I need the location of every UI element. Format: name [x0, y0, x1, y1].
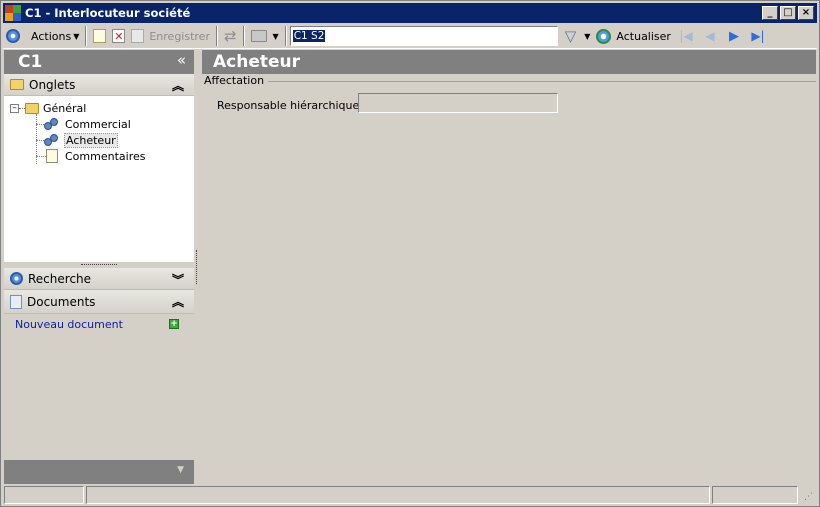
record-value: C1 S2 [292, 30, 326, 42]
main-header: Acheteur [202, 50, 816, 74]
tree-item-acheteur[interactable]: Acheteur [36, 132, 118, 148]
new-document-link[interactable]: Nouveau document [15, 318, 123, 331]
window-title: C1 - Interlocuteur société [25, 6, 191, 20]
documents-label: Documents [27, 294, 96, 309]
people-icon [44, 133, 60, 147]
folder-icon [25, 102, 39, 114]
left-panel-header: C1 « [4, 50, 194, 74]
separator [284, 26, 287, 46]
onglets-label: Onglets [29, 77, 76, 92]
document-icon [46, 149, 58, 163]
left-panel-title: C1 [18, 52, 43, 72]
tree-item-commercial[interactable]: Commercial [36, 116, 131, 132]
people-icon [44, 117, 60, 131]
collapse-icon[interactable]: – [10, 103, 19, 113]
sync-icon[interactable]: ⇄ [221, 25, 240, 47]
previous-icon[interactable]: ◀ [701, 27, 719, 45]
responsable-label: Responsable hiérarchique : [217, 99, 367, 112]
separator [85, 26, 88, 46]
document-icon [10, 294, 22, 309]
tree-label-acheteur: Acheteur [64, 132, 118, 148]
save-icon [131, 29, 145, 43]
status-cell [4, 486, 84, 504]
section-onglets[interactable]: Onglets ︽ [4, 74, 194, 96]
chevron-up-icon[interactable]: ︽ [172, 293, 184, 310]
first-icon[interactable]: |◀ [677, 27, 695, 45]
app-icon [5, 5, 21, 21]
tree-node-general[interactable]: – Général [10, 100, 86, 116]
dropdown-arrow-icon: ▼ [73, 31, 80, 41]
close-icon[interactable]: × [798, 6, 814, 20]
left-panel: C1 « Onglets ︽ – Général Commercial Ache… [4, 50, 194, 484]
refresh-icon [596, 28, 612, 44]
documents-area: Nouveau document + [4, 314, 194, 464]
new-icon[interactable] [90, 25, 109, 47]
print-icon[interactable]: ▼ [248, 25, 282, 47]
minimize-icon[interactable]: _ [762, 6, 778, 20]
separator [215, 26, 218, 46]
group-title: Affectation [204, 74, 269, 87]
resize-grip-icon[interactable]: ⋰ [804, 492, 816, 504]
separator [242, 26, 245, 46]
dropdown-arrow-icon[interactable]: ▼ [177, 465, 184, 475]
tree-label-commercial: Commercial [65, 117, 131, 131]
vertical-splitter[interactable] [196, 250, 199, 284]
record-selector-input[interactable]: C1 S2 [289, 26, 558, 46]
collapse-panel-icon[interactable]: « [177, 51, 186, 69]
refresh-label: Actualiser [616, 29, 671, 43]
tree-label-commentaires: Commentaires [65, 149, 146, 163]
tree-label-general: Général [43, 101, 87, 115]
actions-label: Actions [31, 29, 72, 43]
save-label: Enregistrer [149, 29, 210, 43]
delete-icon[interactable]: ✕ [109, 25, 128, 47]
folder-icon [10, 79, 24, 90]
status-cell [86, 486, 710, 504]
recherche-label: Recherche [28, 271, 92, 286]
section-documents[interactable]: Documents ︽ [4, 290, 194, 314]
responsable-field[interactable] [358, 93, 558, 113]
page-title: Acheteur [213, 52, 301, 72]
left-panel-footer[interactable]: ▼ [4, 460, 194, 484]
section-recherche[interactable]: Recherche ︾ [4, 268, 194, 290]
chevron-up-icon[interactable]: ︽ [172, 77, 184, 94]
main-window: C1 - Interlocuteur société _ □ × Actions… [0, 0, 820, 507]
next-icon[interactable]: ▶ [725, 27, 743, 45]
toolbar: Actions ▼ ✕ Enregistrer ⇄ ▼ C1 S2 ▽ ▼ Ac… [3, 24, 817, 49]
chevron-down-icon[interactable]: ︾ [172, 271, 184, 288]
title-bar[interactable]: C1 - Interlocuteur société _ □ × [3, 3, 817, 23]
status-bar [4, 486, 817, 504]
tree-item-commentaires[interactable]: Commentaires [36, 148, 145, 164]
maximize-icon[interactable]: □ [780, 6, 796, 20]
tabs-tree: – Général Commercial Acheteur Commentair… [4, 96, 194, 262]
search-icon [10, 272, 23, 285]
status-cell [712, 486, 798, 504]
save-button[interactable]: Enregistrer [128, 25, 213, 47]
actions-menu-button[interactable]: Actions ▼ [23, 25, 82, 47]
filter-icon[interactable]: ▽ ▼ [562, 25, 594, 47]
refresh-button[interactable]: Actualiser [593, 25, 674, 47]
last-icon[interactable]: ▶| [749, 27, 767, 45]
add-icon[interactable]: + [169, 319, 179, 329]
actions-icon[interactable] [3, 25, 23, 47]
